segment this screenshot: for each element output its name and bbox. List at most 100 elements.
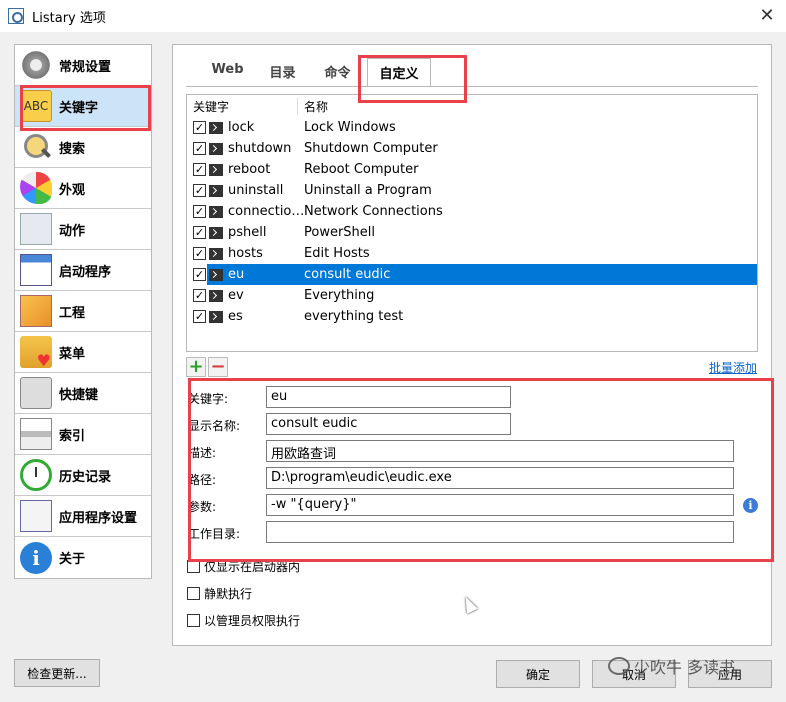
sidebar-item-general[interactable]: 常规设置	[15, 45, 151, 86]
sidebar-item-label: 快捷键	[59, 387, 99, 403]
keyword-field[interactable]: eu	[266, 386, 511, 408]
list-item[interactable]: ✓ uninstall Uninstall a Program	[187, 180, 757, 201]
list-item[interactable]: ✓ shutdown Shutdown Computer	[187, 138, 757, 159]
terminal-icon	[209, 205, 223, 218]
row-checkbox[interactable]: ✓	[193, 184, 206, 197]
sidebar-item-label: 菜单	[59, 346, 86, 362]
row-checkbox[interactable]: ✓	[193, 205, 206, 218]
column-header-keyword[interactable]: 关键字	[187, 97, 298, 115]
row-name: Uninstall a Program	[304, 183, 432, 198]
sidebar-item-about[interactable]: i 关于	[15, 537, 151, 578]
run-as-admin-checkbox[interactable]	[187, 614, 200, 627]
row-keyword: shutdown	[228, 141, 292, 156]
terminal-icon	[209, 268, 223, 281]
sidebar-item-appearance[interactable]: 外观	[15, 168, 151, 209]
sidebar-item-label: 搜索	[59, 141, 86, 157]
sidebar-item-label: 关于	[59, 552, 86, 567]
params-label: 参数:	[188, 500, 217, 514]
silent-label: 静默执行	[204, 587, 253, 601]
row-keyword: reboot	[228, 162, 271, 177]
sidebar-item-projects[interactable]: 工程	[15, 291, 151, 332]
sidebar-item-index[interactable]: 索引	[15, 414, 151, 455]
row-keyword: uninstall	[228, 183, 284, 198]
sidebar-item-label: 动作	[59, 223, 86, 239]
close-icon[interactable]: ✕	[756, 5, 778, 27]
row-checkbox[interactable]: ✓	[193, 247, 206, 260]
check-update-button[interactable]: 检查更新...	[14, 659, 100, 687]
row-checkbox[interactable]: ✓	[193, 121, 206, 134]
sidebar-item-app-settings[interactable]: 应用程序设置	[15, 496, 151, 537]
search-icon	[20, 131, 52, 163]
column-header-name[interactable]: 名称	[298, 98, 328, 115]
list-item[interactable]: ✓ reboot Reboot Computer	[187, 159, 757, 180]
terminal-icon	[209, 226, 223, 239]
row-keyword: eu	[228, 267, 245, 282]
tab-custom[interactable]: 自定义	[367, 58, 431, 86]
settings-sidebar: 常规设置 ABC 关键字 搜索 外观 动作 启动程序 工程 菜单 快捷键 索引 …	[14, 44, 152, 579]
row-checkbox[interactable]: ✓	[193, 310, 206, 323]
sidebar-item-search[interactable]: 搜索	[15, 127, 151, 168]
row-keyword: connectio…	[228, 204, 304, 219]
row-checkbox[interactable]: ✓	[193, 226, 206, 239]
sidebar-item-label: 关键字	[59, 100, 99, 116]
sidebar-item-label: 工程	[59, 305, 86, 321]
terminal-icon	[209, 289, 223, 302]
workdir-field[interactable]	[266, 521, 734, 543]
tab-directory[interactable]: 目录	[255, 58, 310, 86]
path-field[interactable]: D:\program\eudic\eudic.exe	[266, 467, 734, 489]
apps-icon	[20, 500, 52, 532]
row-checkbox[interactable]: ✓	[193, 142, 206, 155]
watermark: 少吹牛 多读书	[608, 654, 735, 678]
sidebar-item-hotkeys[interactable]: 快捷键	[15, 373, 151, 414]
sidebar-item-history[interactable]: 历史记录	[15, 455, 151, 496]
terminal-icon	[209, 163, 223, 176]
add-keyword-button[interactable]: +	[186, 357, 206, 377]
info-icon: i	[20, 541, 52, 574]
row-keyword: pshell	[228, 225, 267, 240]
keyword-label: 关键字:	[188, 392, 229, 406]
tab-web[interactable]: Web	[200, 58, 255, 86]
description-field[interactable]: 用欧路查词	[266, 440, 734, 462]
list-item[interactable]: ✓ hosts Edit Hosts	[187, 243, 757, 264]
sidebar-item-launcher[interactable]: 启动程序	[15, 250, 151, 291]
remove-keyword-button[interactable]: −	[208, 357, 228, 377]
list-icon	[20, 213, 52, 245]
listary-app-icon	[8, 8, 24, 24]
launcher-only-label: 仅显示在启动器内	[204, 560, 301, 574]
row-name: Everything	[304, 288, 375, 303]
list-item[interactable]: ✓ es everything test	[187, 306, 757, 327]
row-name: Network Connections	[304, 204, 443, 219]
keyword-list: 关键字 名称 ✓ lock Lock Windows ✓ shutdown Sh…	[186, 94, 758, 352]
row-checkbox[interactable]: ✓	[193, 163, 206, 176]
tab-divider	[186, 86, 758, 87]
list-item[interactable]: ✓ lock Lock Windows	[187, 117, 757, 138]
batch-add-link[interactable]: 批量添加	[709, 359, 757, 376]
sidebar-item-menu[interactable]: 菜单	[15, 332, 151, 373]
row-keyword: es	[228, 309, 243, 324]
workdir-label: 工作目录:	[188, 527, 241, 541]
sidebar-item-keywords[interactable]: ABC 关键字	[15, 86, 151, 127]
list-item[interactable]: ✓ connectio… Network Connections	[187, 201, 757, 222]
ok-button[interactable]: 确定	[496, 660, 580, 688]
row-checkbox[interactable]: ✓	[193, 268, 206, 281]
run-as-admin-option[interactable]: 以管理员权限执行	[187, 612, 300, 629]
row-checkbox[interactable]: ✓	[193, 289, 206, 302]
row-name: Reboot Computer	[304, 162, 419, 177]
silent-option[interactable]: 静默执行	[187, 585, 252, 602]
launcher-only-option[interactable]: 仅显示在启动器内	[187, 558, 300, 575]
list-item[interactable]: ✓ ev Everything	[187, 285, 757, 306]
silent-checkbox[interactable]	[187, 587, 200, 600]
display-name-field[interactable]: consult eudic	[266, 413, 511, 435]
palette-icon	[20, 172, 52, 204]
window-icon	[20, 254, 52, 286]
row-name: everything test	[304, 309, 404, 324]
sidebar-item-label: 应用程序设置	[59, 510, 138, 526]
list-item[interactable]: ✓ pshell PowerShell	[187, 222, 757, 243]
info-icon[interactable]: i	[743, 498, 758, 513]
launcher-only-checkbox[interactable]	[187, 560, 200, 573]
terminal-icon	[209, 121, 223, 134]
tab-commands[interactable]: 命令	[310, 58, 365, 86]
list-item-selected[interactable]: ✓ eu consult eudic	[187, 264, 757, 285]
sidebar-item-actions[interactable]: 动作	[15, 209, 151, 250]
params-field[interactable]: -w "{query}"	[266, 494, 734, 516]
